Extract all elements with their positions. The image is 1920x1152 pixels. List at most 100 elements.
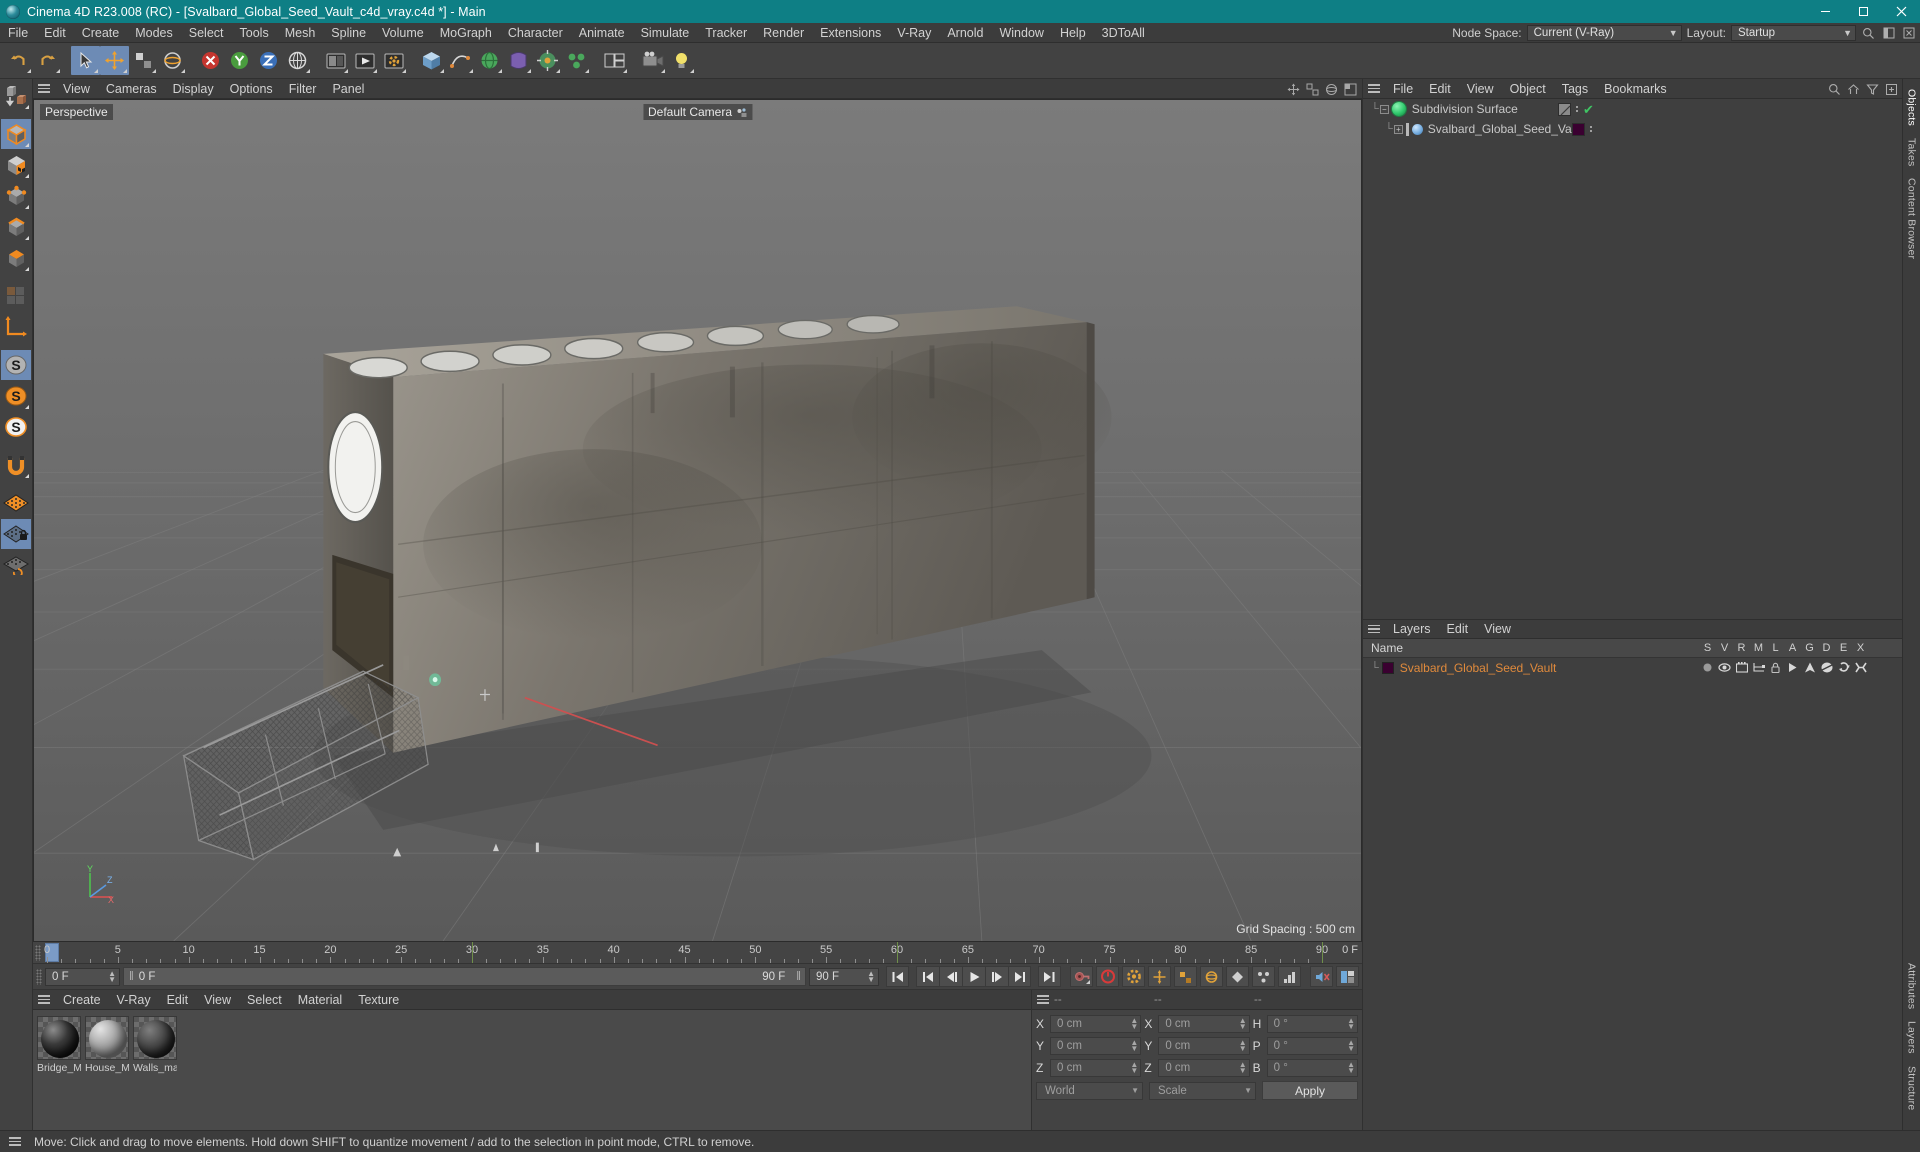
material-menu-hamburger-icon[interactable] (33, 995, 55, 1004)
minimize-button[interactable] (1806, 0, 1844, 23)
layer-row[interactable]: └ Svalbard_Global_Seed_Vault (1363, 658, 1902, 677)
coord-input-pos-z[interactable]: 0 cm ▲ ▼ (1050, 1059, 1142, 1077)
object-menu-tags[interactable]: Tags (1554, 79, 1596, 99)
material-tag-icon[interactable] (1572, 122, 1585, 136)
tab-attributes[interactable]: Attributes (1905, 957, 1919, 1015)
menu-character[interactable]: Character (500, 23, 571, 43)
autokey-button[interactable] (1070, 966, 1093, 987)
object-menu-bookmarks[interactable]: Bookmarks (1596, 79, 1675, 99)
coordinate-system-dropdown[interactable]: World ▼ (1036, 1081, 1143, 1100)
material-menu-edit[interactable]: Edit (159, 990, 197, 1010)
go-to-next-key-button[interactable] (1008, 966, 1031, 987)
tree-expand-toggle[interactable]: + (1393, 124, 1403, 134)
viewport-menu-filter[interactable]: Filter (281, 79, 325, 99)
maximize-button[interactable] (1844, 0, 1882, 23)
timeline-ruler[interactable]: 0510152025303540455055606570758085900 F (33, 942, 1362, 964)
menu-mograph[interactable]: MoGraph (432, 23, 500, 43)
timeline-scrub-track[interactable]: ‖ 0 F 90 F ‖ (123, 967, 806, 986)
menu-edit[interactable]: Edit (36, 23, 74, 43)
coordinates-menu-hamburger-icon[interactable] (1032, 995, 1054, 1004)
spinner-icon[interactable]: ▲ ▼ (1130, 1061, 1138, 1075)
layout-split-button[interactable] (600, 46, 629, 75)
mograph-button[interactable] (562, 46, 591, 75)
spinner-icon[interactable]: ▲ ▼ (1347, 1039, 1355, 1053)
coordinate-mode-dropdown[interactable]: Scale ▼ (1149, 1081, 1256, 1100)
move-viewport-icon[interactable] (1286, 82, 1301, 97)
tab-content-browser[interactable]: Content Browser (1905, 172, 1919, 265)
layer-render-icon[interactable] (1733, 662, 1750, 673)
texture-mode-button[interactable] (1, 150, 31, 180)
material-thumbnail[interactable] (37, 1016, 81, 1060)
coord-input-rot-b[interactable]: 0 ° ▲ ▼ (1266, 1059, 1358, 1077)
step-back-button[interactable] (939, 966, 962, 987)
material-item[interactable]: Bridge_M (37, 1016, 81, 1074)
spinner-icon[interactable]: ▲ ▼ (1239, 1061, 1247, 1075)
coord-input-rot-p[interactable]: 0 ° ▲ ▼ (1266, 1037, 1358, 1055)
object-row-subdivision-surface[interactable]: └ − Subdivision Surface ✔ (1363, 99, 1902, 119)
sound-mute-button[interactable] (1310, 966, 1333, 987)
object-enabled-check-icon[interactable]: ✔ (1583, 103, 1594, 116)
node-space-dropdown[interactable]: Current (V-Ray) ▼ (1526, 25, 1682, 41)
tab-objects[interactable]: Objects (1905, 83, 1919, 132)
record-button[interactable] (1096, 966, 1119, 987)
menu-render[interactable]: Render (755, 23, 812, 43)
quantize-snap-button[interactable]: S (1, 412, 31, 442)
layers-menu-layers[interactable]: Layers (1385, 619, 1439, 639)
undo-button[interactable] (4, 46, 33, 75)
pla-key-button[interactable] (1252, 966, 1275, 987)
object-menu-edit[interactable]: Edit (1421, 79, 1459, 99)
material-menu-select[interactable]: Select (239, 990, 290, 1010)
menu-window[interactable]: Window (991, 23, 1051, 43)
menu-volume[interactable]: Volume (374, 23, 432, 43)
search-icon[interactable] (1827, 82, 1842, 97)
go-to-start-button[interactable] (886, 966, 909, 987)
generators-button[interactable] (475, 46, 504, 75)
tab-structure[interactable]: Structure (1905, 1060, 1919, 1116)
coord-input-rot-h[interactable]: 0 ° ▲ ▼ (1266, 1015, 1358, 1033)
keyframe-settings-button[interactable] (1122, 966, 1145, 987)
material-menu-material[interactable]: Material (290, 990, 350, 1010)
rotation-key-button[interactable] (1200, 966, 1223, 987)
layers-list[interactable]: Name S V R M L A G D E X └ Svalbard_Glob… (1363, 639, 1902, 1130)
point-mode-button[interactable] (1, 181, 31, 211)
material-menu-create[interactable]: Create (55, 990, 109, 1010)
enable-snap-button[interactable]: S (1, 350, 31, 380)
viewport-menu-view[interactable]: View (55, 79, 98, 99)
deformers-button[interactable] (504, 46, 533, 75)
object-dots-icon[interactable] (1576, 106, 1578, 112)
cube-primitive-button[interactable] (417, 46, 446, 75)
status-menu-hamburger-icon[interactable] (4, 1137, 26, 1146)
render-view-button[interactable] (321, 46, 350, 75)
material-menu-view[interactable]: View (196, 990, 239, 1010)
panel-options-icon[interactable] (1881, 26, 1896, 41)
layers-menu-view[interactable]: View (1476, 619, 1519, 639)
step-forward-button[interactable] (985, 966, 1008, 987)
layer-manager-icon[interactable] (1750, 662, 1767, 673)
viewport-menu-display[interactable]: Display (165, 79, 222, 99)
spinner-icon[interactable]: ▲ ▼ (1130, 1017, 1138, 1031)
tab-takes[interactable]: Takes (1905, 132, 1919, 172)
menu-select[interactable]: Select (181, 23, 232, 43)
menu-tracker[interactable]: Tracker (697, 23, 755, 43)
axis-lock-z-button[interactable] (254, 46, 283, 75)
move-tool[interactable] (100, 46, 129, 75)
menu-extensions[interactable]: Extensions (812, 23, 889, 43)
edge-mode-button[interactable] (1, 212, 31, 242)
scale-key-button[interactable] (1174, 966, 1197, 987)
uv-polygon-mode-button[interactable] (1, 281, 31, 311)
spline-pen-button[interactable] (446, 46, 475, 75)
coord-input-pos-x[interactable]: 0 cm ▲ ▼ (1050, 1015, 1142, 1033)
magnet-tool-button[interactable] (1, 450, 31, 480)
layer-solo-icon[interactable] (1699, 662, 1716, 673)
end-frame-field[interactable]: 90 F ▲ ▼ (809, 967, 879, 986)
spinner-icon[interactable]: ▲ ▼ (108, 969, 116, 983)
menu-tools[interactable]: Tools (232, 23, 277, 43)
coord-input-size-y[interactable]: 0 cm ▲ ▼ (1158, 1037, 1250, 1055)
layer-animation-icon[interactable] (1784, 662, 1801, 673)
rotate-viewport-icon[interactable] (1324, 82, 1339, 97)
play-button[interactable] (962, 966, 985, 987)
material-thumbnail[interactable] (85, 1016, 129, 1060)
layer-xref-icon[interactable] (1852, 662, 1869, 673)
material-menu-texture[interactable]: Texture (350, 990, 407, 1010)
render-to-picture-viewer-button[interactable] (350, 46, 379, 75)
